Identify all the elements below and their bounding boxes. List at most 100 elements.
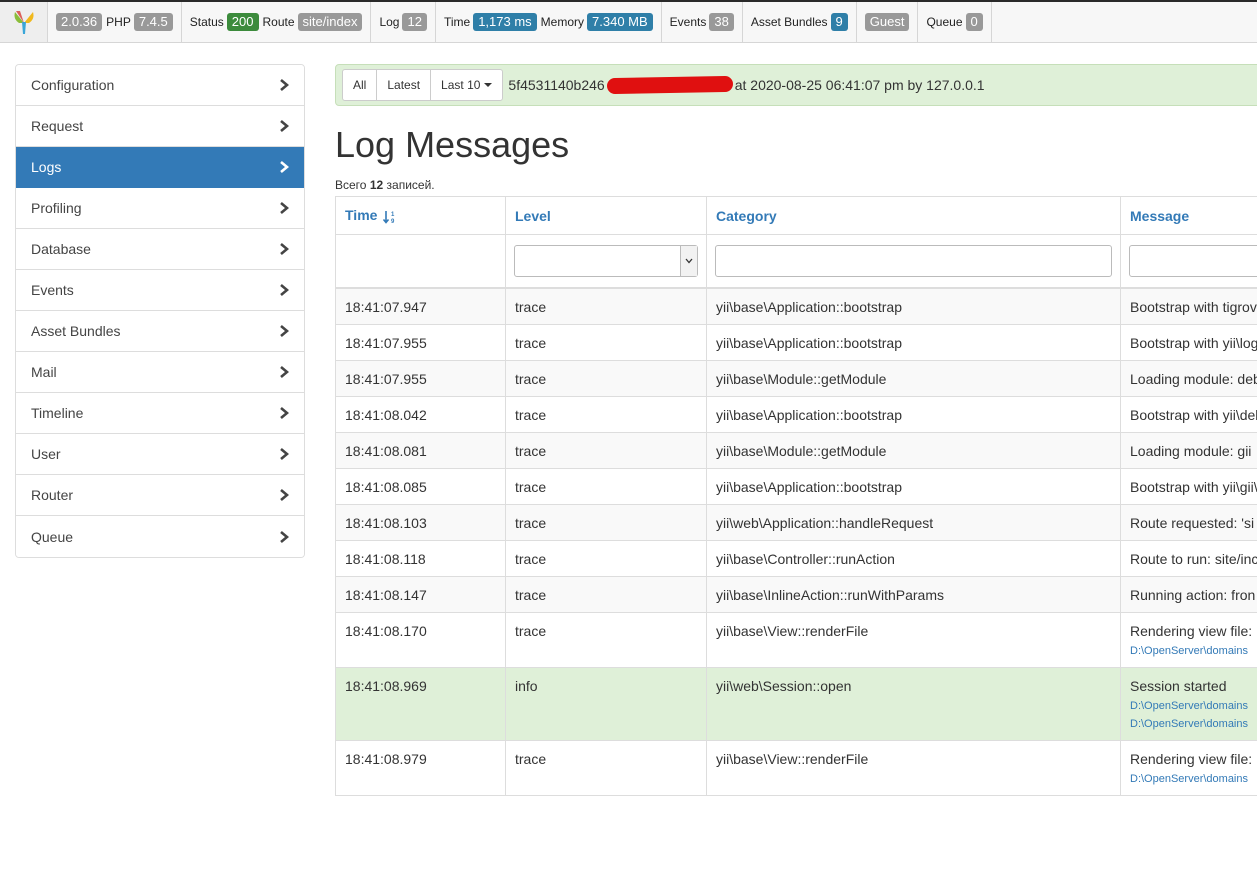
status-label: Status (189, 15, 224, 29)
log-grid: Time 1 9 Level Category Message 18:41:07.9… (335, 196, 1257, 796)
sort-numeric-asc-icon: 19 (383, 210, 395, 225)
chevron-right-icon (279, 407, 289, 419)
message-text: Rendering view file: (1130, 622, 1253, 639)
cell-message: Session started D:\OpenServer\domains D:\O… (1120, 666, 1257, 741)
log-count-badge: 12 (402, 13, 427, 31)
level-filter-select[interactable] (514, 245, 698, 277)
log-label: Log (379, 15, 400, 29)
sidebar-item-profiling[interactable]: Profiling (16, 188, 304, 229)
sidebar-item-label: Events (31, 282, 74, 298)
chevron-down-icon (680, 246, 697, 276)
trace-file-link[interactable]: D:\OpenServer\domains (1130, 645, 1257, 657)
time-badge: 1,173 ms (473, 13, 537, 31)
sidebar-item-request[interactable]: Request (16, 106, 304, 147)
filter-cell-level (505, 234, 707, 289)
column-header-time[interactable]: Time 1 9 (335, 196, 506, 235)
chevron-right-icon (279, 120, 289, 132)
sidebar-item-label: Configuration (31, 77, 115, 93)
latest-button[interactable]: Latest (376, 69, 432, 101)
filter-cell-category (706, 234, 1121, 289)
toolbar-events[interactable]: Events 38 (662, 2, 743, 42)
cell-message: Rendering view file: D:\OpenServer\domain… (1120, 739, 1257, 796)
last-10-dropdown[interactable]: Last 10 (430, 69, 504, 101)
request-info: 5f4531140b246 at 2020-08-25 06:41:07 pm … (508, 75, 985, 95)
cell-level: trace (505, 467, 707, 505)
message-text: Route requested: 'si (1130, 514, 1255, 531)
trace-file-link[interactable]: D:\OpenServer\domains (1130, 773, 1257, 785)
sidebar-item-database[interactable]: Database (16, 229, 304, 270)
cell-message: Bootstrap with yii\log (1120, 323, 1257, 361)
cell-level: trace (505, 287, 707, 325)
cell-message: Running action: fron (1120, 575, 1257, 613)
trace-file-link[interactable]: D:\OpenServer\domains (1130, 700, 1257, 712)
cell-time: 18:41:08.170 (335, 611, 506, 668)
cell-category: yii\base\Controller::runAction (706, 539, 1121, 577)
chevron-right-icon (279, 489, 289, 501)
cell-message: Bootstrap with tigrov (1120, 287, 1257, 325)
table-row: 18:41:08.969 info yii\web\Session::open Ses… (335, 666, 1257, 741)
message-filter-input[interactable] (1129, 245, 1257, 277)
cell-level: trace (505, 359, 707, 397)
message-text: Bootstrap with yii\gii\ (1130, 478, 1257, 495)
column-header-label: Category (716, 207, 777, 224)
cell-category: yii\base\Application::bootstrap (706, 287, 1121, 325)
cell-time: 18:41:08.085 (335, 467, 506, 505)
panel-nav: Configuration Request Logs Profiling Dat… (15, 64, 305, 558)
sidebar-item-logs[interactable]: Logs (16, 147, 304, 188)
cell-time: 18:41:08.081 (335, 431, 506, 469)
cell-category: yii\base\View::renderFile (706, 739, 1121, 796)
cell-level: trace (505, 503, 707, 541)
message-text: Bootstrap with yii\log (1130, 334, 1257, 351)
toolbar-user[interactable]: Guest (857, 2, 919, 42)
log-rows: 18:41:07.947 trace yii\base\Application::b… (335, 287, 1257, 796)
category-filter-input[interactable] (715, 245, 1112, 277)
column-header-level[interactable]: Level (505, 196, 707, 235)
filter-cell-time (335, 234, 506, 289)
table-row: 18:41:07.947 trace yii\base\Application::b… (335, 287, 1257, 325)
cell-category: yii\base\InlineAction::runWithParams (706, 575, 1121, 613)
toolbar-asset-bundles[interactable]: Asset Bundles 9 (743, 2, 857, 42)
time-label: Time (443, 15, 471, 29)
sidebar-item-events[interactable]: Events (16, 270, 304, 311)
queue-count-badge: 0 (965, 13, 983, 31)
toolbar-request[interactable]: Status 200 Route site/index (182, 2, 372, 42)
chevron-right-icon (279, 448, 289, 460)
trace-file-link[interactable]: D:\OpenServer\domains (1130, 718, 1257, 730)
sidebar-item-configuration[interactable]: Configuration (16, 65, 304, 106)
sidebar-item-router[interactable]: Router (16, 475, 304, 516)
route-label: Route (262, 15, 295, 29)
cell-time: 18:41:08.147 (335, 575, 506, 613)
cell-category: yii\base\Application::bootstrap (706, 467, 1121, 505)
sidebar-item-timeline[interactable]: Timeline (16, 393, 304, 434)
toolbar-time[interactable]: Time 1,173 ms Memory 7.340 MB (436, 2, 662, 42)
chevron-right-icon (279, 530, 289, 543)
cell-time: 18:41:07.947 (335, 287, 506, 325)
sidebar-item-mail[interactable]: Mail (16, 352, 304, 393)
column-header-label: Message (1130, 207, 1190, 224)
all-button[interactable]: All (342, 69, 378, 101)
message-text: Route to run: site/inc (1130, 550, 1257, 567)
cell-category: yii\web\Application::handleRequest (706, 503, 1121, 541)
cell-time: 18:41:08.118 (335, 539, 506, 577)
toolbar-log[interactable]: Log 12 (371, 2, 436, 42)
toolbar-queue[interactable]: Queue 0 (918, 2, 992, 42)
summary-prefix: Всего (335, 178, 367, 192)
table-header-row: Time 1 9 Level Category Message (335, 196, 1257, 235)
yii-logo-icon (14, 11, 33, 34)
page-title: Log Messages (335, 124, 570, 165)
table-row: 18:41:08.081 trace yii\base\Module::getMod… (335, 431, 1257, 469)
status-badge: 200 (226, 13, 259, 31)
sidebar-item-label: Queue (31, 528, 74, 545)
toolbar-version[interactable]: 2.0.36 PHP 7.4.5 (48, 2, 182, 42)
sidebar-item-asset-bundles[interactable]: Asset Bundles (16, 311, 304, 352)
column-header-category[interactable]: Category (706, 196, 1121, 235)
column-header-message[interactable]: Message (1120, 196, 1257, 235)
table-row: 18:41:07.955 trace yii\base\Module::getMod… (335, 359, 1257, 397)
sidebar-item-user[interactable]: User (16, 434, 304, 475)
request-summary-bar: All Latest Last 10 5f4531140b246 at 2020… (335, 64, 1257, 106)
message-text: Rendering view file: (1130, 750, 1253, 767)
sidebar-item-label: Timeline (31, 405, 84, 421)
yii-logo[interactable] (0, 2, 48, 42)
sidebar-item-queue[interactable]: Queue (16, 516, 304, 557)
message-text: Bootstrap with tigrov (1130, 299, 1257, 315)
